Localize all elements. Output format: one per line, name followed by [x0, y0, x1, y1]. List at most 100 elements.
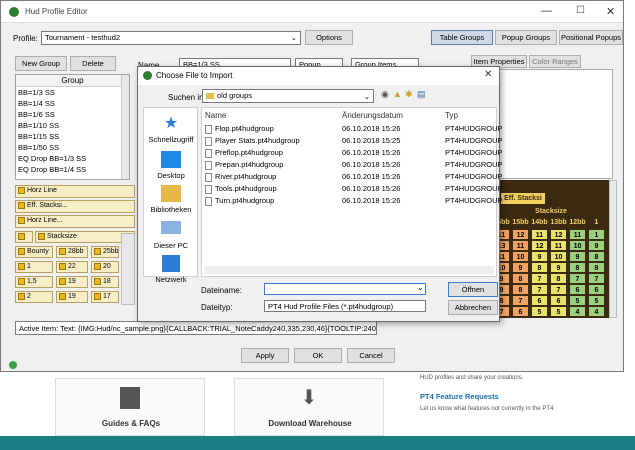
maximize-icon[interactable]: ☐ — [576, 5, 585, 16]
file-type[interactable]: PT4HUDGROUP — [445, 147, 503, 158]
group-row[interactable]: BB=1/3 SS — [16, 87, 129, 98]
group-list-scrollbar[interactable] — [121, 75, 129, 179]
tab-positional-popups[interactable]: Positional Popups — [559, 30, 623, 45]
hud-value-cell: 6 — [569, 284, 586, 295]
nav-this-pc[interactable]: Dieser PC — [143, 221, 199, 250]
file-name[interactable]: River.pt4hudgroup — [205, 171, 276, 182]
file-date[interactable]: 06.10.2018 15:26 — [342, 183, 400, 194]
new-folder-icon[interactable]: ✱ — [405, 89, 413, 100]
col-date-header[interactable]: Änderungsdatum — [342, 111, 403, 120]
file-type[interactable]: PT4HUDGROUP — [445, 171, 503, 182]
tab-table-groups[interactable]: Table Groups — [431, 30, 493, 45]
horizontal-scrollbar[interactable] — [204, 266, 494, 274]
file-date[interactable]: 06.10.2018 15:26 — [342, 147, 400, 158]
delete-button[interactable]: Delete — [70, 56, 116, 71]
grid-cell[interactable]: 19 — [56, 276, 88, 288]
grid-icon-cell[interactable] — [15, 231, 33, 243]
download-card[interactable]: ⬇ Download Warehouse — [234, 378, 384, 436]
file-date[interactable]: 06.10.2018 15:26 — [342, 123, 400, 134]
file-icon — [205, 148, 212, 158]
item-icon — [18, 186, 25, 194]
grid-cell[interactable]: 18 — [91, 276, 119, 288]
close-icon[interactable]: ✕ — [606, 5, 615, 18]
folder-select[interactable]: old groups ⌄ — [202, 89, 374, 103]
chevron-down-icon[interactable]: ⌄ — [417, 283, 424, 292]
filetype-select[interactable]: PT4 Hud Profile Files (*.pt4hudgroup) — [264, 300, 426, 312]
guides-card[interactable]: Guides & FAQs — [55, 378, 205, 436]
download-card-label: Download Warehouse — [268, 419, 352, 428]
grid-scrollbar[interactable] — [121, 233, 135, 305]
open-button[interactable]: Öffnen — [448, 282, 498, 297]
file-date-text: 06.10.2018 15:26 — [342, 124, 401, 133]
grid-cell[interactable]: 1,5 — [15, 276, 53, 288]
grid-cell[interactable]: 2 — [15, 291, 53, 303]
grid-cell[interactable]: Stacksize — [35, 231, 135, 243]
minimize-icon[interactable]: — — [541, 5, 552, 17]
cancel-button[interactable]: Cancel — [347, 348, 395, 363]
hud-value-cell: 7 — [588, 273, 605, 284]
grid-cell[interactable]: 22 — [56, 261, 88, 273]
group-row[interactable]: BB=1/50 SS — [16, 142, 129, 153]
file-date[interactable]: 06.10.2018 15:26 — [342, 195, 400, 206]
hud-value-cell: 12 — [512, 229, 529, 240]
filename-input[interactable] — [264, 283, 426, 295]
hud-value-cell: 8 — [588, 251, 605, 262]
grid-cell[interactable]: 28bb — [56, 246, 88, 258]
grid-cell-label: 22 — [67, 263, 76, 270]
nav-libraries[interactable]: Bibliotheken — [143, 185, 199, 214]
active-item-field[interactable]: Active Item: Text: {IMG:Hud/nc_sample.pn… — [15, 321, 377, 335]
grid-cell[interactable]: 1 — [15, 261, 53, 273]
tab-color-ranges[interactable]: Color Ranges — [529, 55, 581, 68]
group-row[interactable]: BB=1/6 SS — [16, 109, 129, 120]
ok-button[interactable]: OK — [294, 348, 342, 363]
nav-network[interactable]: Netzwerk — [143, 255, 199, 284]
stat-line[interactable]: Eff. Stacksi... — [15, 200, 135, 213]
file-name[interactable]: Player Stats.pt4hudgroup — [205, 135, 300, 146]
col-type-header[interactable]: Typ — [445, 111, 458, 120]
file-type[interactable]: PT4HUDGROUP — [445, 135, 503, 146]
back-icon[interactable]: ◉ — [381, 89, 389, 100]
file-date[interactable]: 06.10.2018 15:26 — [342, 171, 400, 182]
nav-desktop[interactable]: Desktop — [143, 151, 199, 180]
stat-line[interactable]: Horz Line... — [15, 215, 135, 228]
grid-cell-label: 20 — [102, 263, 111, 270]
hud-scrollbar[interactable] — [609, 180, 617, 318]
grid-cell[interactable]: 20 — [91, 261, 119, 273]
file-name[interactable]: Tools.pt4hudgroup — [205, 183, 277, 194]
file-type[interactable]: PT4HUDGROUP — [445, 195, 503, 206]
file-name[interactable]: Prepan.pt4hudgroup — [205, 159, 283, 170]
stat-line[interactable]: Horz Line — [15, 185, 135, 198]
file-type[interactable]: PT4HUDGROUP — [445, 159, 503, 170]
item-icon — [94, 277, 101, 285]
up-folder-icon[interactable]: ▲ — [393, 89, 402, 99]
grid-cell[interactable]: Bounty — [15, 246, 53, 258]
new-group-button[interactable]: New Group — [15, 56, 67, 71]
file-date[interactable]: 06.10.2018 15:26 — [342, 159, 400, 170]
group-row[interactable]: EQ Drop BB=1/3 SS — [16, 153, 129, 164]
file-date[interactable]: 06.10.2018 15:25 — [342, 135, 400, 146]
cancel-dialog-button[interactable]: Abbrechen — [448, 300, 498, 315]
file-type[interactable]: PT4HUDGROUP — [445, 123, 503, 134]
group-row[interactable]: EQ Drop BB=1/4 SS — [16, 164, 129, 175]
file-name[interactable]: Preflop.pt4hudgroup — [205, 147, 283, 158]
grid-cell-label: 1,5 — [26, 278, 37, 285]
group-row[interactable]: BB=1/4 SS — [16, 98, 129, 109]
col-name-header[interactable]: Name — [205, 111, 226, 120]
nav-quick-access[interactable]: ★ Schnellzugriff — [143, 115, 199, 144]
grid-cell[interactable]: 19 — [56, 291, 88, 303]
file-name[interactable]: Flop.pt4hudgroup — [205, 123, 274, 134]
file-type[interactable]: PT4HUDGROUP — [445, 183, 503, 194]
profile-select[interactable]: Tournament - testhud2 ⌄ — [41, 31, 301, 45]
feature-request-link[interactable]: PT4 Feature Requests — [420, 392, 499, 401]
apply-button[interactable]: Apply — [241, 348, 289, 363]
file-name[interactable]: Turn.pt4hudgroup — [205, 195, 274, 206]
hud-value-cell: 5 — [550, 306, 567, 317]
grid-cell[interactable]: 25bb — [91, 246, 119, 258]
grid-cell[interactable]: 17 — [91, 291, 119, 303]
close-icon[interactable]: ✕ — [484, 69, 492, 80]
group-row[interactable]: BB=1/15 SS — [16, 131, 129, 142]
tab-popup-groups[interactable]: Popup Groups — [495, 30, 557, 45]
group-row[interactable]: BB=1/10 SS — [16, 120, 129, 131]
options-button[interactable]: Options — [305, 30, 353, 45]
view-menu-icon[interactable]: ▤ — [417, 89, 426, 100]
